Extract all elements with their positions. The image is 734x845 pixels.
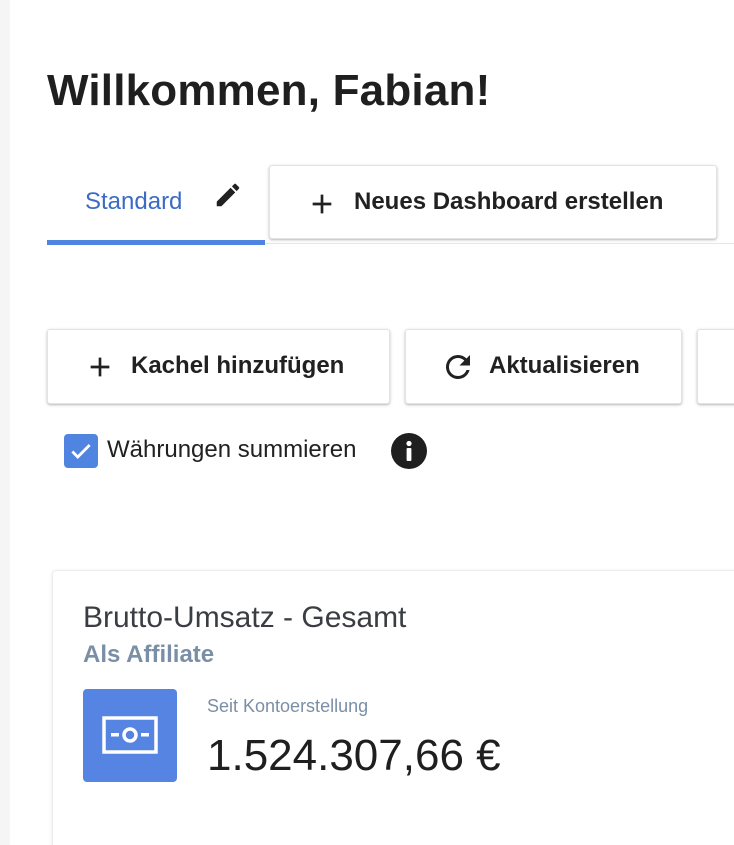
page-title: Willkommen, Fabian! [47, 66, 491, 115]
tab-standard[interactable]: Standard [47, 160, 265, 246]
card-value: 1.524.307,66 € [207, 731, 501, 780]
plus-icon [306, 188, 338, 220]
left-sidebar-edge [0, 0, 10, 845]
plus-icon [84, 351, 116, 383]
info-icon[interactable] [391, 433, 427, 469]
sum-currencies-option: Währungen summieren [64, 433, 444, 469]
revenue-card: Brutto-Umsatz - Gesamt Als Affiliate Sei… [52, 570, 734, 845]
more-toolbar-button[interactable] [697, 329, 734, 404]
add-tile-label: Kachel hinzufügen [131, 352, 345, 379]
add-tile-button[interactable]: Kachel hinzufügen [47, 329, 390, 404]
new-dashboard-button[interactable]: Neues Dashboard erstellen [269, 165, 717, 239]
sum-currencies-checkbox[interactable] [64, 434, 98, 468]
active-tab-indicator [47, 240, 265, 245]
money-icon [83, 689, 177, 782]
new-dashboard-label: Neues Dashboard erstellen [354, 188, 664, 215]
refresh-icon [440, 349, 476, 385]
tab-standard-label: Standard [85, 188, 183, 215]
dashboard-tabs: Standard Neues Dashboard erstellen [47, 160, 734, 248]
sum-currencies-label: Währungen summieren [107, 436, 357, 463]
pencil-icon[interactable] [213, 180, 243, 210]
refresh-label: Aktualisieren [489, 352, 640, 379]
refresh-button[interactable]: Aktualisieren [405, 329, 682, 404]
card-subtitle: Als Affiliate [83, 641, 215, 668]
card-period: Seit Kontoerstellung [207, 696, 369, 716]
card-title: Brutto-Umsatz - Gesamt [83, 601, 407, 634]
